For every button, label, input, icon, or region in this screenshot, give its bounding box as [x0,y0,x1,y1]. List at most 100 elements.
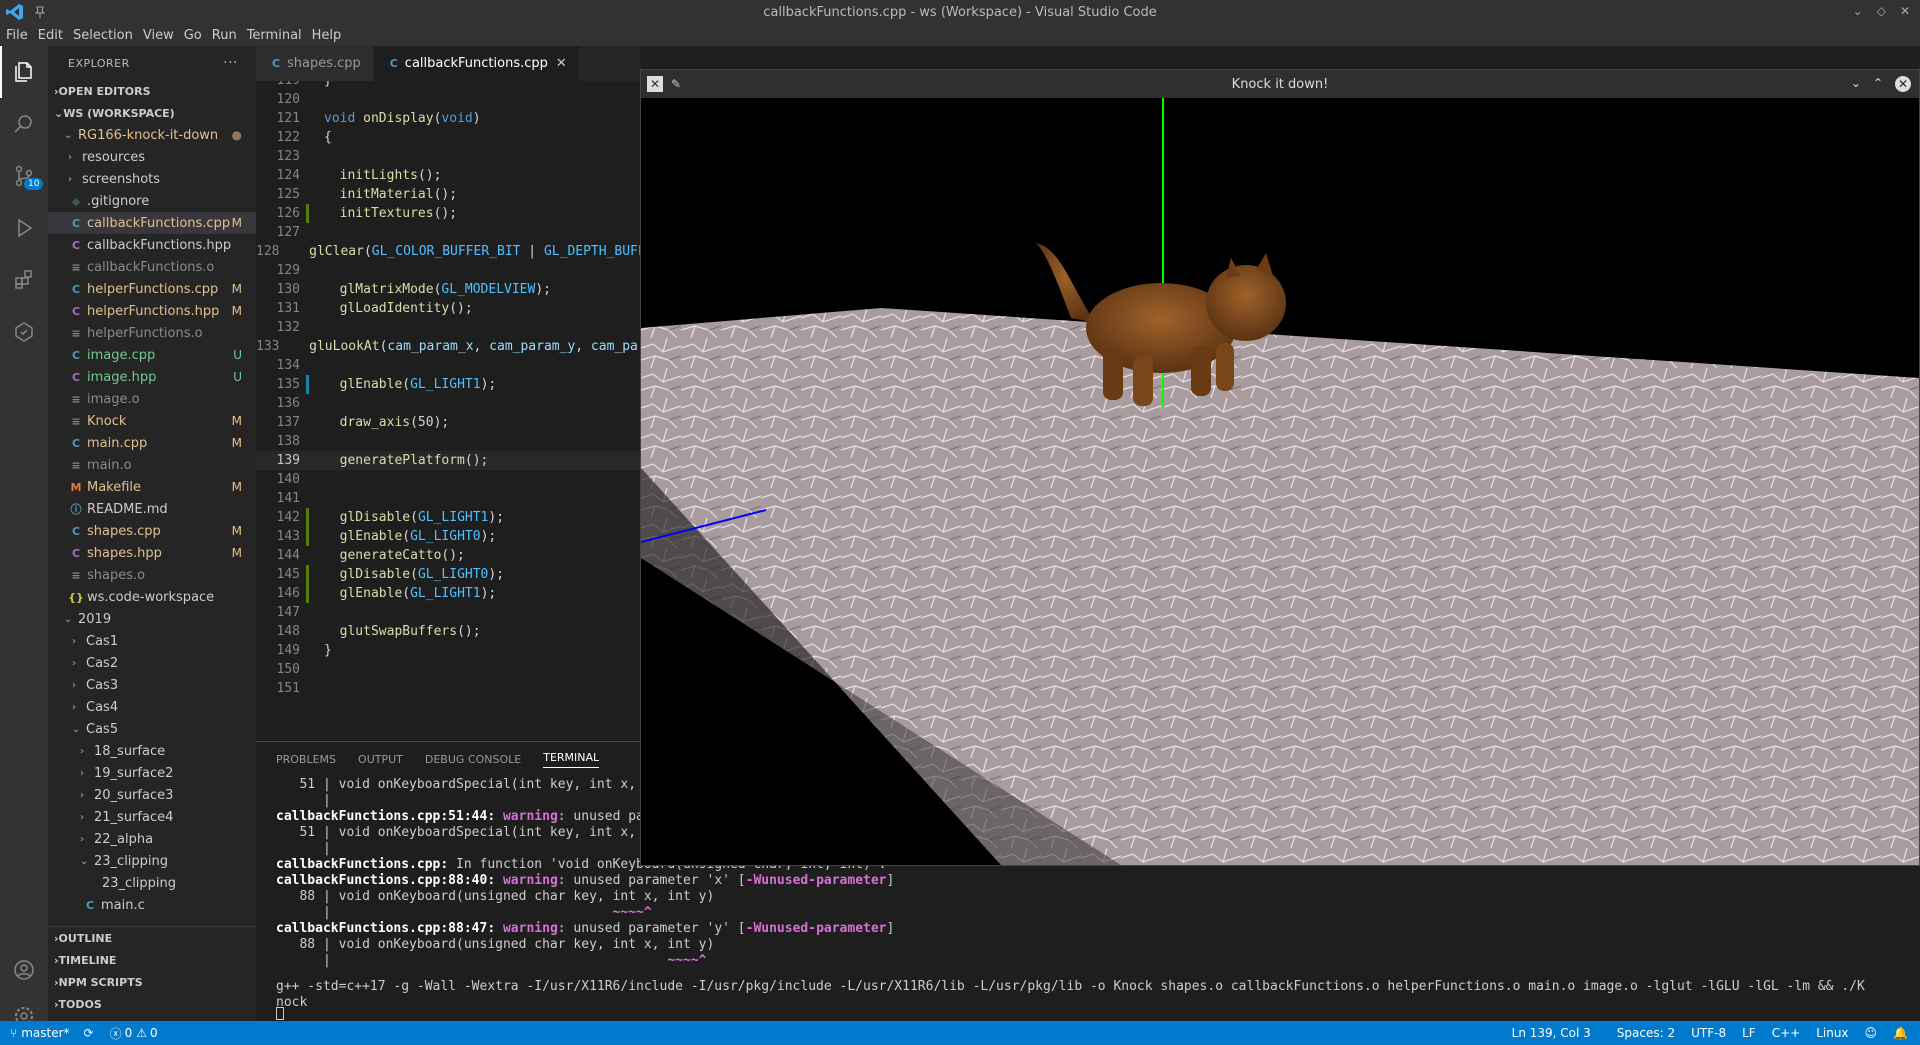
menu-file[interactable]: File [6,28,28,43]
eol[interactable]: LF [1742,1026,1756,1040]
tab-shapes-cpp[interactable]: Cshapes.cpp [256,46,374,81]
list-item[interactable]: ◆ .gitignore [48,190,256,212]
menu-go[interactable]: Go [184,28,202,43]
bell-icon[interactable]: 🔔 [1893,1026,1908,1040]
problems-count[interactable]: 0 [125,1026,133,1040]
file-name: helperFunctions.hpp [87,303,220,319]
timeline-section[interactable]: › TIMELINE [48,949,256,971]
tab-terminal[interactable]: TERMINAL [543,751,600,768]
feedback-icon[interactable]: ☺ [1865,1026,1878,1040]
tab-debug-console[interactable]: DEBUG CONSOLE [425,753,521,766]
list-item[interactable]: CcallbackFunctions.hpp [48,234,256,256]
indent-spaces[interactable]: Spaces: 2 [1617,1026,1675,1040]
os-indicator[interactable]: Linux [1816,1026,1848,1040]
list-item[interactable]: ≡ main.o [48,454,256,476]
tab-output[interactable]: OUTPUT [358,753,403,766]
code-editor[interactable]: 119} 120 121 void onDisplay(void) 122 {123 124… [256,81,640,741]
source-control-icon[interactable]: 10 [0,150,48,202]
code-line: 136 [256,394,640,413]
list-item[interactable]: Cshapes.cpp M [48,520,256,542]
code-text: initMaterial(); [339,187,458,202]
maximize-icon[interactable]: ◇ [1877,4,1886,18]
encoding[interactable]: UTF-8 [1691,1026,1726,1040]
close-icon[interactable]: ✕ [1895,76,1911,92]
list-item[interactable]: ≡ helperFunctions.o [48,322,256,344]
list-item[interactable]: {} ws.code-workspace [48,586,256,608]
menu-edit[interactable]: Edit [38,28,63,43]
list-item[interactable]: › resources [48,146,256,168]
menu-terminal[interactable]: Terminal [247,28,302,43]
menu-run[interactable]: Run [212,28,237,43]
menu-view[interactable]: View [143,28,174,43]
more-actions-icon[interactable]: ··· [223,55,238,71]
close-tab-icon[interactable]: ✕ [556,56,567,71]
gutter-marker [306,299,316,318]
gutter-marker [306,356,316,375]
search-icon[interactable] [0,98,48,150]
list-item[interactable]: ≡ image.o [48,388,256,410]
list-item[interactable]: 23_clipping [48,872,256,894]
folder-cas5[interactable]: ⌄ Cas5 [48,718,256,740]
list-item[interactable]: › Cas3 [48,674,256,696]
open-editors-section[interactable]: › OPEN EDITORS [48,80,256,102]
account-icon[interactable] [0,944,48,996]
project-folder[interactable]: ⌄ RG166-knock-it-down ● [48,124,256,146]
list-item[interactable]: CcallbackFunctions.cpp M [48,212,256,234]
list-item[interactable]: › 21_surface4 [48,806,256,828]
maximize-icon[interactable]: ⌃ [1873,76,1883,92]
list-item[interactable]: ⓘ README.md [48,498,256,520]
gl-scene[interactable] [641,98,1919,865]
folder-2019[interactable]: ⌄ 2019 [48,608,256,630]
list-item[interactable]: M Makefile M [48,476,256,498]
todos-section[interactable]: › TODOS [48,993,256,1015]
chevron-down-icon: ⌄ [64,613,73,625]
list-item[interactable]: Cimage.cpp U [48,344,256,366]
git-branch[interactable]: master* [21,1026,69,1040]
list-item[interactable]: › 18_surface [48,740,256,762]
git-status-badge: M [231,216,242,230]
list-item[interactable]: ChelperFunctions.cpp M [48,278,256,300]
explorer-icon[interactable] [0,46,48,98]
list-item[interactable]: ≡ Knock M [48,410,256,432]
test-icon[interactable] [0,306,48,358]
file-name: README.md [87,501,168,517]
list-item[interactable]: › Cas1 [48,630,256,652]
file-list: › resources › screenshots ◆ .gitignore Ccallba… [48,146,256,608]
menu-selection[interactable]: Selection [73,28,133,43]
warnings-count[interactable]: 0 [150,1026,158,1040]
list-item[interactable]: ≡ shapes.o [48,564,256,586]
language-mode[interactable]: C++ [1772,1026,1801,1040]
extensions-icon[interactable] [0,254,48,306]
tab-problems[interactable]: PROBLEMS [276,753,336,766]
list-item[interactable]: › Cas2 [48,652,256,674]
menu-help[interactable]: Help [312,28,342,43]
folder-23-clipping[interactable]: ⌄ 23_clipping [48,850,256,872]
list-item[interactable]: Cimage.hpp U [48,366,256,388]
code-line: 130 glMatrixMode(GL_MODELVIEW); [256,280,640,299]
workspace-section[interactable]: ⌄ WS (WORKSPACE) [48,102,256,124]
opengl-window[interactable]: ✕ ✎ Knock it down! ⌄ ⌃ ✕ [640,69,1920,866]
cursor-position[interactable]: Ln 139, Col 3 [1512,1026,1591,1040]
warning-icon: ⚠ [136,1026,148,1040]
minimize-icon[interactable]: ⌄ [1853,4,1863,18]
run-debug-icon[interactable] [0,202,48,254]
list-item[interactable]: Cmain.cpp M [48,432,256,454]
list-item[interactable]: › 19_surface2 [48,762,256,784]
list-item[interactable]: Cshapes.hpp M [48,542,256,564]
npm-scripts-section[interactable]: › NPM SCRIPTS [48,971,256,993]
list-item[interactable]: › 20_surface3 [48,784,256,806]
list-item[interactable]: ≡ callbackFunctions.o [48,256,256,278]
close-icon[interactable]: ✕ [1900,4,1910,18]
sync-icon[interactable]: ⟳ [84,1026,94,1040]
list-item[interactable]: Cmain.c [48,894,256,916]
list-item[interactable]: › 22_alpha [48,828,256,850]
minimize-icon[interactable]: ⌄ [1851,76,1861,92]
chevron-right-icon: › [80,789,84,801]
line-number: 145 [276,567,300,582]
list-item[interactable]: ChelperFunctions.hpp M [48,300,256,322]
list-item[interactable]: › Cas4 [48,696,256,718]
list-item[interactable]: › screenshots [48,168,256,190]
code-line: 141 [256,489,640,508]
tab-callbackfunctions-cpp[interactable]: CcallbackFunctions.cpp ✕ [373,46,580,81]
outline-section[interactable]: › OUTLINE [48,927,256,949]
